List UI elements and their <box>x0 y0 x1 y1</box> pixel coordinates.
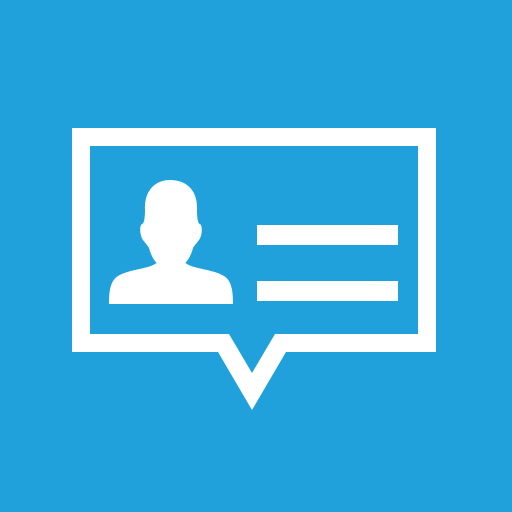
text-line-1 <box>257 225 398 245</box>
contact-message-icon <box>0 0 512 512</box>
contact-message-icon-tile <box>0 0 512 512</box>
text-line-2 <box>257 281 398 301</box>
